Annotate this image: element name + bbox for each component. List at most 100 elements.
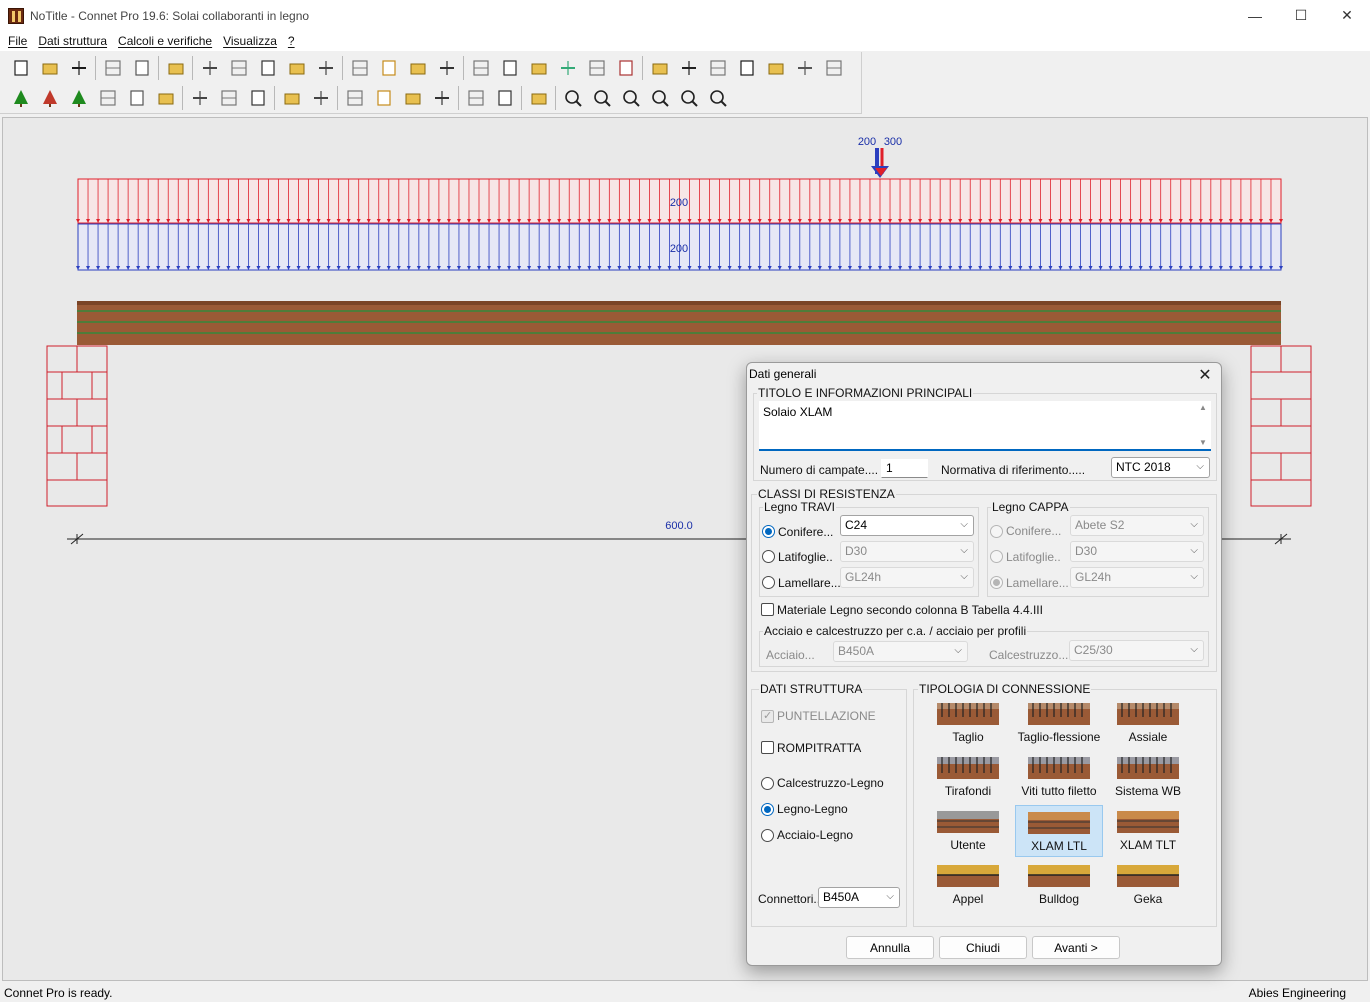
connection-geka[interactable]: Geka bbox=[1104, 859, 1192, 911]
frame-6-icon[interactable] bbox=[427, 85, 456, 111]
pencil-3-icon[interactable] bbox=[582, 55, 611, 81]
tree-green-icon[interactable] bbox=[6, 85, 35, 111]
grid-2-icon[interactable] bbox=[374, 55, 403, 81]
align-3-icon[interactable] bbox=[732, 55, 761, 81]
connection-taglio-flessione[interactable]: Taglio-flessione bbox=[1015, 697, 1103, 749]
scroll-down-icon[interactable]: ▼ bbox=[1199, 438, 1207, 447]
acciaio-select[interactable]: B450A ⌵ bbox=[833, 641, 968, 662]
route-icon[interactable] bbox=[224, 55, 253, 81]
beam-icon[interactable] bbox=[243, 85, 272, 111]
legno-legno-radio[interactable] bbox=[761, 803, 774, 816]
image-icon[interactable] bbox=[495, 55, 524, 81]
print-preview-icon[interactable] bbox=[127, 55, 156, 81]
save-icon[interactable] bbox=[64, 55, 93, 81]
travi-latifoglie-select[interactable]: D30 ⌵ bbox=[840, 541, 974, 562]
connection-viti-tutto-filetto[interactable]: Viti tutto filetto bbox=[1015, 751, 1103, 803]
box-red-icon[interactable] bbox=[214, 85, 243, 111]
textarea-scrollbar[interactable]: ▲ ▼ bbox=[1197, 403, 1209, 447]
zoom-extent-icon[interactable] bbox=[616, 85, 645, 111]
cappa-lamellare-radio[interactable] bbox=[990, 576, 1003, 589]
circle-icon[interactable] bbox=[122, 85, 151, 111]
tree-round-icon[interactable] bbox=[64, 85, 93, 111]
frame-2-icon[interactable] bbox=[306, 85, 335, 111]
acciaio-legno-radio[interactable] bbox=[761, 829, 774, 842]
travi-conifere-radio[interactable] bbox=[762, 525, 775, 538]
chiudi-button[interactable]: Chiudi bbox=[939, 936, 1027, 959]
travi-conifere-select[interactable]: C24 ⌵ bbox=[840, 515, 974, 536]
paint-icon[interactable] bbox=[311, 55, 340, 81]
align-1-icon[interactable] bbox=[645, 55, 674, 81]
connection-bulldog[interactable]: Bulldog bbox=[1015, 859, 1103, 911]
frame-1-icon[interactable] bbox=[277, 85, 306, 111]
menu-visualizza[interactable]: Visualizza bbox=[219, 34, 284, 48]
grid-icon[interactable] bbox=[253, 55, 282, 81]
rompitratta-checkbox[interactable] bbox=[761, 741, 774, 754]
pan-icon[interactable] bbox=[703, 85, 732, 111]
tree-red-icon[interactable] bbox=[35, 85, 64, 111]
frame-4-icon[interactable] bbox=[369, 85, 398, 111]
cappa-lamellare-select[interactable]: GL24h ⌵ bbox=[1070, 567, 1204, 588]
travi-latifoglie-radio[interactable] bbox=[762, 550, 775, 563]
close-window-button[interactable]: ✕ bbox=[1324, 0, 1370, 31]
align-4-icon[interactable] bbox=[761, 55, 790, 81]
layers-icon[interactable] bbox=[195, 55, 224, 81]
align-2-icon[interactable] bbox=[674, 55, 703, 81]
dialog-close-icon[interactable]: ✕ bbox=[1193, 364, 1217, 386]
connection-xlam-tlt[interactable]: XLAM TLT bbox=[1104, 805, 1192, 857]
connection-sistema-wb[interactable]: Sistema WB bbox=[1104, 751, 1192, 803]
cog-icon[interactable] bbox=[611, 55, 640, 81]
cappa-latifoglie-radio[interactable] bbox=[990, 550, 1003, 563]
help-icon[interactable] bbox=[161, 55, 190, 81]
cursor-icon[interactable] bbox=[524, 55, 553, 81]
block-icon[interactable] bbox=[461, 85, 490, 111]
frame-5-icon[interactable] bbox=[398, 85, 427, 111]
connection-xlam-ltl[interactable]: XLAM LTL bbox=[1015, 805, 1103, 857]
column-icon[interactable] bbox=[93, 85, 122, 111]
connettori-select[interactable]: B450A ⌵ bbox=[818, 887, 900, 908]
align-5-icon[interactable] bbox=[790, 55, 819, 81]
calcestruzzo-legno-radio[interactable] bbox=[761, 777, 774, 790]
cube-icon[interactable] bbox=[185, 85, 214, 111]
cappa-conifere-radio[interactable] bbox=[990, 525, 1003, 538]
zoom-in-icon[interactable] bbox=[645, 85, 674, 111]
connection-tirafondi[interactable]: Tirafondi bbox=[924, 751, 1012, 803]
puntellazione-checkbox[interactable] bbox=[761, 709, 774, 723]
minimize-button[interactable]: — bbox=[1232, 0, 1278, 31]
travi-lamellare-radio[interactable] bbox=[762, 576, 775, 589]
materiale-legno-checkbox[interactable] bbox=[761, 603, 774, 616]
chart-icon[interactable] bbox=[282, 55, 311, 81]
layers-2-icon[interactable] bbox=[345, 55, 374, 81]
title-textarea[interactable]: Solaio XLAM ▲ ▼ bbox=[759, 401, 1211, 451]
i-beam-icon[interactable] bbox=[524, 85, 553, 111]
zoom-out-icon[interactable] bbox=[674, 85, 703, 111]
frame-3-icon[interactable] bbox=[340, 85, 369, 111]
num-campate-input[interactable]: 1 bbox=[881, 459, 928, 478]
normativa-select[interactable]: NTC 2018 ⌵ bbox=[1111, 457, 1210, 478]
pencil-2-icon[interactable] bbox=[553, 55, 582, 81]
annulla-button[interactable]: Annulla bbox=[846, 936, 934, 959]
angle-icon[interactable] bbox=[703, 55, 732, 81]
calcestruzzo-select[interactable]: C25/30 ⌵ bbox=[1069, 640, 1204, 661]
connection-utente[interactable]: Utente bbox=[924, 805, 1012, 857]
connection-assiale[interactable]: Assiale bbox=[1104, 697, 1192, 749]
align-6-icon[interactable] bbox=[819, 55, 848, 81]
connection-taglio[interactable]: Taglio bbox=[924, 697, 1012, 749]
align-icon[interactable] bbox=[490, 85, 519, 111]
open-folder-icon[interactable] bbox=[35, 55, 64, 81]
maximize-button[interactable]: ☐ bbox=[1278, 0, 1324, 31]
cappa-conifere-select[interactable]: Abete S2 ⌵ bbox=[1070, 515, 1204, 536]
menu-file[interactable]: File bbox=[4, 34, 34, 48]
pencil-icon[interactable] bbox=[432, 55, 461, 81]
zoom-fit-icon[interactable] bbox=[558, 85, 587, 111]
arrows-icon[interactable] bbox=[403, 55, 432, 81]
menu-help[interactable]: ? bbox=[284, 34, 302, 48]
zoom-window-icon[interactable] bbox=[587, 85, 616, 111]
print-icon[interactable] bbox=[98, 55, 127, 81]
cappa-latifoglie-select[interactable]: D30 ⌵ bbox=[1070, 541, 1204, 562]
menu-dati-struttura[interactable]: Dati struttura bbox=[34, 34, 114, 48]
menu-calcoli-verifiche[interactable]: Calcoli e verifiche bbox=[114, 34, 219, 48]
building-icon[interactable] bbox=[151, 85, 180, 111]
new-file-icon[interactable] bbox=[6, 55, 35, 81]
avanti-button[interactable]: Avanti > bbox=[1032, 936, 1120, 959]
wand-icon[interactable] bbox=[466, 55, 495, 81]
